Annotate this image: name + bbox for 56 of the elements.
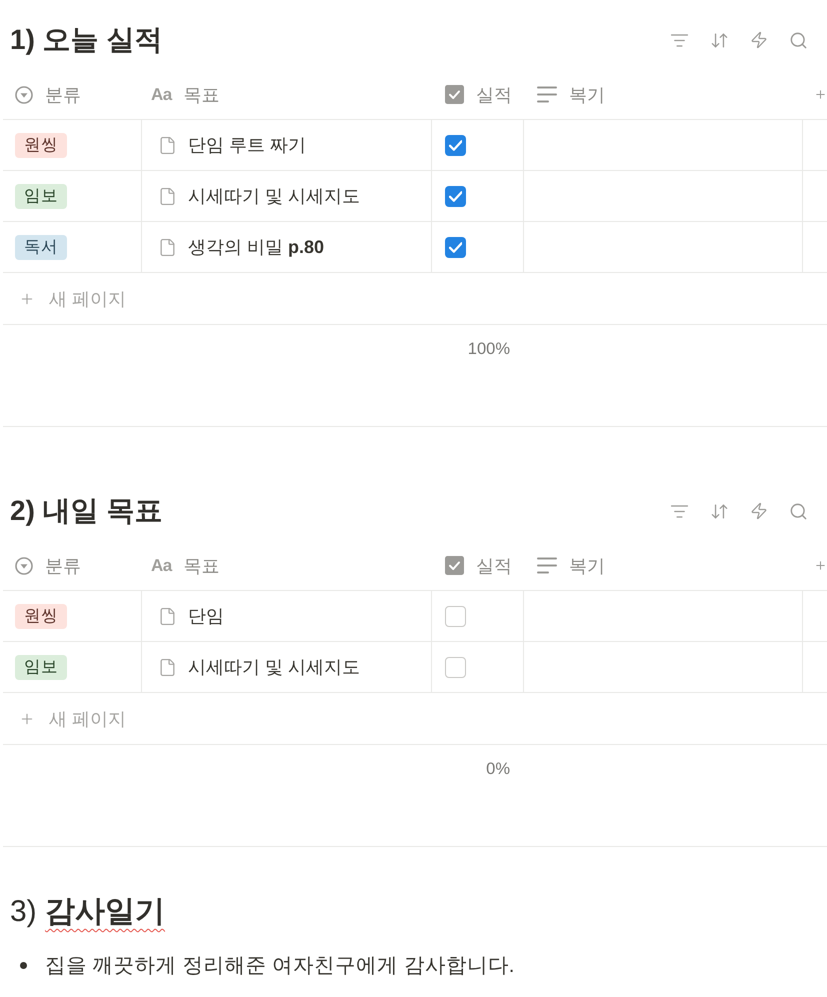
text-type-icon: Aa — [151, 84, 172, 104]
section-heading: 3) 감사일기 — [10, 894, 166, 930]
lightning-icon[interactable] — [750, 502, 768, 520]
checkbox[interactable] — [445, 236, 466, 258]
database-title: 1) 오늘 실적 — [10, 23, 162, 57]
column-header[interactable]: 복기 — [537, 78, 611, 110]
page-title-link[interactable]: 시세따기 및 시세지도 — [188, 184, 360, 208]
lightning-icon[interactable] — [750, 31, 768, 49]
page-icon — [158, 238, 177, 256]
column-header[interactable]: 분류 — [15, 78, 87, 110]
dropdown-type-icon — [15, 86, 33, 104]
checkbox[interactable] — [445, 656, 466, 678]
column-header[interactable]: 실적 — [445, 78, 518, 110]
checkmark-icon — [449, 140, 462, 150]
percent-summary: 100% — [468, 340, 510, 358]
list-item-text: 집을 깨끗하게 정리해준 여자친구에게 감사합니다. — [45, 953, 514, 979]
checkbox-type-icon — [445, 85, 464, 104]
text-lines-icon — [537, 557, 557, 574]
checkbox-type-icon — [445, 556, 464, 575]
category-tag: 원씽 — [15, 132, 67, 158]
column-header[interactable]: 실적 — [445, 550, 518, 582]
category-tag: 독서 — [15, 234, 67, 260]
page-icon — [158, 186, 177, 206]
add-column-icon[interactable] — [814, 559, 827, 572]
page-title-link[interactable]: 생각의 비밀 p.80 — [188, 235, 324, 259]
search-icon[interactable] — [789, 502, 808, 520]
category-tag: 임보 — [15, 654, 67, 680]
column-header[interactable]: Aa 목표 — [151, 78, 226, 110]
dropdown-type-icon — [15, 556, 33, 574]
page-title-link[interactable]: 단임 루트 짜기 — [188, 133, 306, 157]
bullet-icon — [20, 962, 27, 968]
checkbox[interactable] — [445, 186, 466, 206]
checkbox[interactable] — [445, 134, 466, 156]
checkmark-icon — [449, 190, 462, 202]
database-title: 2) 내일 목표 — [10, 494, 162, 528]
category-tag: 원씽 — [15, 604, 67, 628]
new-page-button[interactable]: 새 페이지 — [19, 702, 134, 734]
column-header[interactable]: Aa 목표 — [151, 550, 226, 582]
sort-icon[interactable] — [710, 502, 729, 520]
percent-summary: 0% — [486, 760, 510, 778]
category-tag: 임보 — [15, 184, 67, 208]
column-header[interactable]: 복기 — [537, 550, 611, 582]
page-title-link[interactable]: 단임 — [188, 604, 224, 628]
search-icon[interactable] — [789, 30, 808, 50]
page-icon — [158, 606, 177, 626]
checkmark-icon — [449, 242, 462, 252]
text-type-icon: Aa — [151, 556, 172, 576]
sort-icon[interactable] — [710, 30, 729, 50]
checkbox[interactable] — [445, 606, 466, 626]
new-page-button[interactable]: 새 페이지 — [19, 282, 134, 314]
page-title-link[interactable]: 시세따기 및 시세지도 — [188, 655, 360, 679]
page-icon — [158, 658, 177, 676]
add-column-icon[interactable] — [814, 88, 827, 101]
text-lines-icon — [537, 86, 557, 103]
page-icon — [158, 136, 177, 154]
column-header[interactable]: 분류 — [15, 550, 87, 582]
